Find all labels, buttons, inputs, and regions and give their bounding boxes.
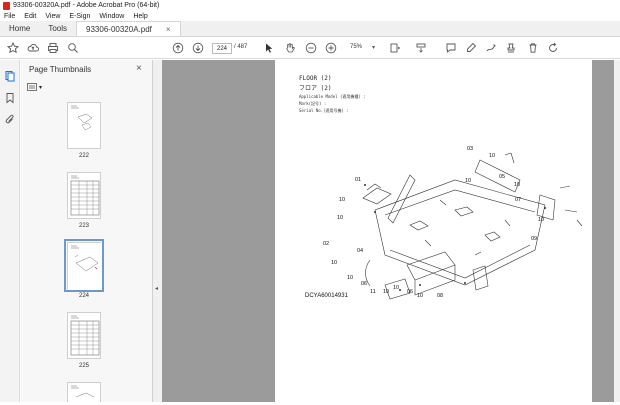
menu-file[interactable]: File xyxy=(4,13,15,20)
page-fit-icon[interactable] xyxy=(388,41,402,55)
print-icon[interactable] xyxy=(46,41,60,55)
sheet-title-en: FLOOR (2) xyxy=(299,75,332,82)
zoom-level-field[interactable]: 75% xyxy=(350,44,362,50)
hand-tool-icon[interactable] xyxy=(283,41,297,55)
page-thumbnails-icon[interactable] xyxy=(4,70,16,82)
menu-esign[interactable]: E-Sign xyxy=(69,13,90,20)
callout: 09 xyxy=(531,236,538,242)
previous-page-icon[interactable] xyxy=(171,41,185,55)
left-navigation-rail xyxy=(0,60,20,402)
drawing-number: DCYA60014931 xyxy=(305,293,348,299)
callout: 10 xyxy=(489,153,496,159)
select-cursor-icon[interactable] xyxy=(262,41,276,55)
thumbnails-panel: Page Thumbnails × ▾ 222 223 224 225 ▴ ▾ xyxy=(21,60,170,402)
thumbnail-label: 225 xyxy=(78,363,89,369)
panel-title: Page Thumbnails xyxy=(29,65,92,74)
tab-document[interactable]: 93306-00320A.pdf × xyxy=(76,21,181,36)
attachment-icon[interactable] xyxy=(4,114,16,126)
list-options-icon xyxy=(27,83,37,91)
thumbnail-preview xyxy=(70,175,100,216)
callout: 10 xyxy=(331,260,338,266)
callout: 07 xyxy=(515,197,522,203)
thumbnail-preview xyxy=(71,385,95,398)
comment-icon[interactable] xyxy=(444,41,458,55)
thumbnail-label: 223 xyxy=(78,223,89,229)
parts-diagram xyxy=(362,152,583,300)
callout: 02 xyxy=(323,241,330,247)
delete-page-icon[interactable] xyxy=(526,41,540,55)
document-viewer[interactable]: FLOOR (2) フロア (2) Applicable Model (適用機種… xyxy=(162,60,620,402)
callout: 10 xyxy=(417,293,424,299)
sheet-meta-serial: Serial No.(適用号機) : xyxy=(299,108,349,113)
highlight-pen-icon[interactable] xyxy=(464,41,478,55)
sheet-title-jp: フロア (2) xyxy=(299,85,332,92)
thumbnail-label: 222 xyxy=(78,153,89,159)
scroll-mode-icon[interactable] xyxy=(414,41,428,55)
thumbnail-page-223[interactable] xyxy=(67,172,101,219)
next-page-icon[interactable] xyxy=(191,41,205,55)
pdf-app-icon xyxy=(3,1,10,10)
thumbnail-page-222[interactable] xyxy=(67,102,101,149)
thumbnail-page-225[interactable] xyxy=(67,312,101,359)
toolbar: 224 / 487 75% ▾ xyxy=(0,37,620,59)
zoom-in-icon[interactable] xyxy=(324,41,338,55)
stamp-icon[interactable] xyxy=(504,41,518,55)
title-bar: 93306-00320A.pdf - Adobe Acrobat Pro (64… xyxy=(0,0,620,11)
thumbnail-page-224[interactable] xyxy=(64,239,104,292)
panel-splitter[interactable]: ◂ xyxy=(153,60,162,402)
sheet-meta-mark: Mark(記号) : xyxy=(299,101,327,106)
bookmark-icon[interactable] xyxy=(4,92,16,104)
sheet-meta-model: Applicable Model (適用機種) : xyxy=(299,94,366,99)
window-title: 93306-00320A.pdf - Adobe Acrobat Pro (64… xyxy=(13,2,160,9)
tab-home[interactable]: Home xyxy=(0,21,39,36)
tab-close-icon[interactable]: × xyxy=(166,25,171,34)
menu-view[interactable]: View xyxy=(45,13,60,20)
callout: 10 xyxy=(337,215,344,221)
callout: 06 xyxy=(407,289,414,295)
draw-tool-icon[interactable] xyxy=(484,41,498,55)
tab-tools[interactable]: Tools xyxy=(39,21,76,36)
thumbnail-page-226[interactable] xyxy=(67,382,101,402)
tab-tools-label: Tools xyxy=(48,24,68,33)
callout: 10 xyxy=(347,275,354,281)
callout: 05 xyxy=(499,174,506,180)
callout: 11 xyxy=(370,289,376,295)
star-icon[interactable] xyxy=(6,41,20,55)
upload-cloud-icon[interactable] xyxy=(26,41,40,55)
zoom-out-icon[interactable] xyxy=(304,41,318,55)
tab-bar: Home Tools 93306-00320A.pdf × xyxy=(0,21,620,37)
callout: 10 xyxy=(339,197,346,203)
callout: 01 xyxy=(355,177,362,183)
callout: 10 xyxy=(514,182,521,188)
callout: 10 xyxy=(393,285,400,291)
thumbnail-preview xyxy=(71,105,93,131)
thumbnail-preview xyxy=(70,315,100,356)
zoom-dropdown-chevron-icon[interactable]: ▾ xyxy=(372,44,375,51)
callout: 10 xyxy=(383,289,390,295)
page-number-input[interactable]: 224 xyxy=(212,43,232,54)
tab-home-label: Home xyxy=(9,24,31,33)
thumbnail-preview xyxy=(68,243,102,290)
chevron-down-icon: ▾ xyxy=(39,84,43,91)
page-total: / 487 xyxy=(234,44,248,50)
document-scrollbar[interactable] xyxy=(614,60,620,402)
search-icon[interactable] xyxy=(66,41,80,55)
menu-edit[interactable]: Edit xyxy=(24,13,36,20)
tab-document-label: 93306-00320A.pdf xyxy=(86,24,152,34)
close-icon[interactable]: × xyxy=(136,63,142,74)
pdf-page: FLOOR (2) フロア (2) Applicable Model (適用機種… xyxy=(275,60,592,402)
callout: 03 xyxy=(467,146,474,152)
callout: 08 xyxy=(437,293,444,299)
thumbnail-label: 224 xyxy=(78,293,89,299)
callout: 10 xyxy=(538,217,545,223)
menu-window[interactable]: Window xyxy=(99,13,124,20)
callout: 06 xyxy=(361,281,368,287)
menu-bar: File Edit View E-Sign Window Help xyxy=(0,11,620,21)
callout: 04 xyxy=(357,248,364,254)
rotate-icon[interactable] xyxy=(546,41,560,55)
thumbnail-options-button[interactable]: ▾ xyxy=(27,82,47,92)
callout: 10 xyxy=(465,178,472,184)
collapse-panel-icon[interactable]: ◂ xyxy=(155,285,158,292)
menu-help[interactable]: Help xyxy=(133,13,147,20)
